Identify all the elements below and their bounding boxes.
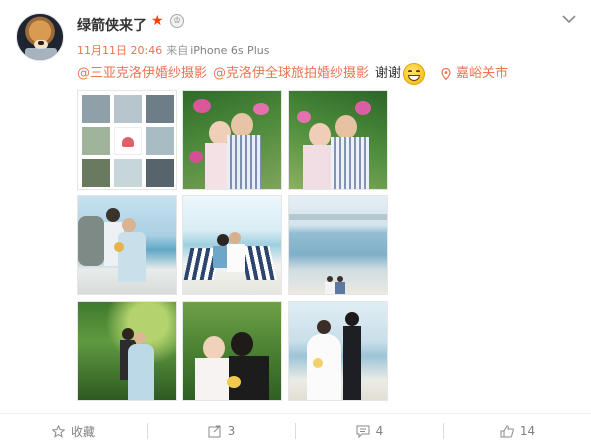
comment-icon	[356, 425, 370, 438]
photo-beach-chairs[interactable]	[182, 195, 282, 295]
post-timestamp[interactable]: 11月11日 20:46	[77, 44, 162, 57]
repost-button[interactable]: 3	[148, 414, 295, 447]
source-device[interactable]: iPhone 6s Plus	[190, 44, 269, 57]
like-button[interactable]: 14	[444, 414, 591, 447]
like-count: 14	[519, 424, 536, 438]
action-bar: 收藏 3 4 14	[0, 413, 591, 447]
star-outline-icon	[51, 424, 65, 438]
comment-count: 4	[375, 424, 384, 438]
favorite-label: 收藏	[70, 424, 95, 439]
mention-link[interactable]: @三亚克洛伊婚纱摄影	[77, 63, 207, 85]
photo-forest-kiss[interactable]	[182, 301, 282, 401]
location-pin-icon	[441, 68, 451, 80]
avatar-dog-nose	[38, 41, 44, 45]
location-link[interactable]: 嘉峪关市	[456, 63, 508, 85]
avatar[interactable]	[16, 13, 64, 61]
favorite-button[interactable]: 收藏	[0, 414, 147, 447]
username[interactable]: 绿箭侠来了	[77, 15, 147, 35]
photo-forest[interactable]	[77, 301, 177, 401]
photo-couple-flowers-2[interactable]	[288, 90, 388, 190]
chevron-down-icon[interactable]	[562, 14, 576, 24]
post-thanks-text: 谢谢	[375, 66, 402, 81]
avatar-glasses	[25, 48, 57, 60]
star-icon[interactable]: ★	[151, 13, 164, 29]
post-meta: 11月11日 20:46 来自 iPhone 6s Plus	[77, 42, 269, 58]
photo-beach-rocks[interactable]	[77, 195, 177, 295]
source-prefix: 来自	[166, 44, 189, 57]
post-text: @三亚克洛伊婚纱摄影 @克洛伊全球旅拍婚纱摄影 谢谢 嘉峪关市	[77, 63, 508, 85]
grin-emoji-icon	[403, 63, 426, 85]
photo-beach-wide[interactable]	[288, 195, 388, 295]
mention-link[interactable]: @克洛伊全球旅拍婚纱摄影	[213, 63, 369, 85]
comment-button[interactable]: 4	[296, 414, 443, 447]
photo-beach-couple[interactable]	[288, 301, 388, 401]
photo-collage-grid[interactable]	[77, 90, 177, 190]
thumbs-up-icon	[500, 424, 514, 437]
repost-icon	[208, 425, 221, 437]
repost-count: 3	[227, 424, 236, 438]
photo-couple-flowers-1[interactable]	[182, 90, 282, 190]
weibo-post-card: 绿箭侠来了 ★ ♔ 11月11日 20:46 来自 iPhone 6s Plus @…	[0, 0, 591, 413]
crown-icon[interactable]: ♔	[170, 14, 184, 28]
